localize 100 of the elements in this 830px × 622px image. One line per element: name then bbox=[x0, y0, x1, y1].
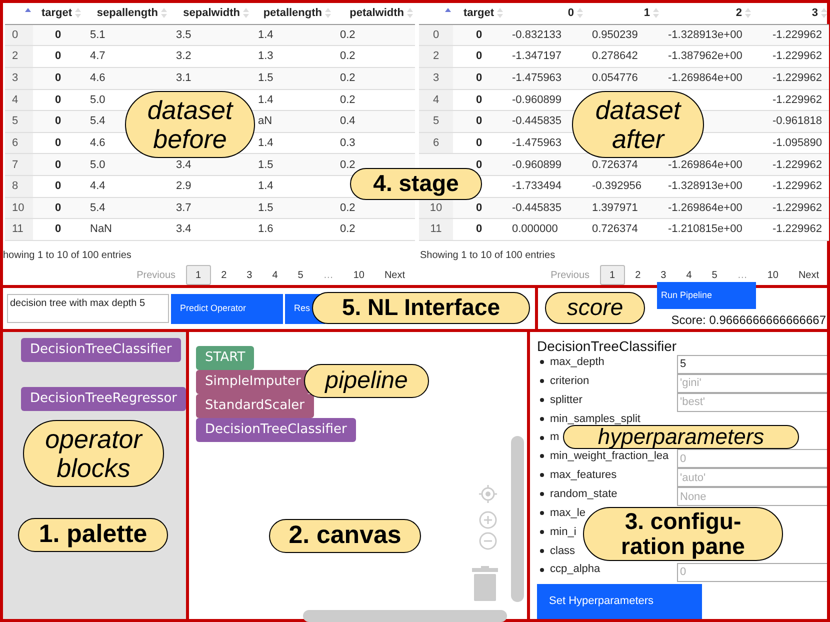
table-cell-text: 1.4 bbox=[258, 179, 274, 194]
table-cell-text: -0.445835 bbox=[512, 200, 562, 216]
column-header[interactable]: sepallength bbox=[96, 5, 158, 22]
table-cell-text: 0.278642 bbox=[592, 49, 638, 64]
table-cell-text: aN bbox=[258, 114, 272, 130]
table-cell-text: 0.2 bbox=[340, 92, 356, 108]
table-cell-text: -1.229962 bbox=[772, 179, 822, 194]
table-cell-text: 1.6 bbox=[258, 222, 274, 238]
operator-block[interactable]: DecisionTreeClassifier bbox=[21, 338, 181, 362]
row-index: 2 bbox=[5, 46, 33, 67]
table-cell-text: 0 bbox=[54, 158, 62, 173]
column-header[interactable]: 2 bbox=[736, 5, 742, 22]
operator-block[interactable]: DecisionTreeRegressor bbox=[21, 387, 186, 411]
zoom-out-icon[interactable] bbox=[479, 532, 498, 550]
row-index: 4 bbox=[5, 90, 33, 110]
row-index: 11 bbox=[5, 219, 33, 240]
recenter-icon[interactable] bbox=[479, 485, 498, 503]
set-hyperparameters-button[interactable]: Set Hyperparameters bbox=[537, 584, 702, 619]
table-cell-text: 0.2 bbox=[340, 70, 356, 86]
row-index: 5 bbox=[419, 111, 453, 132]
table-cell-text: 0 bbox=[54, 92, 62, 108]
table-cell-text: -0.832133 bbox=[512, 28, 562, 43]
pipeline-block[interactable]: SimpleImputer bbox=[196, 370, 310, 394]
row-index: 0 bbox=[5, 24, 33, 46]
table-cell-text: 0.726374 bbox=[592, 158, 638, 173]
callout-label: 5. NL Interface bbox=[312, 292, 530, 324]
column-header[interactable]: sepalwidth bbox=[183, 5, 240, 22]
table-cell-text: 0 bbox=[476, 28, 482, 43]
score-text: Score: 0.9666666666666667 bbox=[671, 312, 826, 329]
page-button[interactable]: 1 bbox=[600, 265, 626, 286]
callout-label: dataset before bbox=[125, 91, 255, 158]
row-index: 6 bbox=[5, 132, 33, 154]
pipeline-block[interactable]: StandardScaler bbox=[196, 394, 314, 418]
param-label: min_weight_fraction_lea bbox=[550, 449, 669, 464]
trash-icon[interactable] bbox=[472, 566, 498, 601]
table-cell-text: -1.733494 bbox=[512, 179, 562, 194]
page-button[interactable]: 5 bbox=[288, 265, 314, 286]
table-cell-text: 1.5 bbox=[258, 70, 274, 86]
table-cell-text: 3.1 bbox=[176, 70, 192, 86]
row-index: 10 bbox=[5, 198, 33, 218]
table-info: howing 1 to 10 of 100 entries bbox=[3, 249, 132, 262]
column-header[interactable]: 3 bbox=[812, 5, 818, 22]
table-cell-text: -0.960899 bbox=[512, 158, 562, 173]
table-cell-text: -1.475963 bbox=[512, 70, 562, 86]
param-label: splitter bbox=[550, 392, 582, 408]
table-cell-text: -0.392956 bbox=[592, 179, 642, 194]
bullet-icon bbox=[540, 454, 544, 458]
pane-title: DecisionTreeClassifier bbox=[537, 337, 678, 355]
page-button[interactable]: 10 bbox=[343, 265, 374, 286]
table-cell-text: 1.4 bbox=[258, 136, 274, 151]
column-header[interactable]: petalwidth bbox=[350, 5, 404, 22]
page-button[interactable]: 1 bbox=[186, 265, 212, 286]
table-cell-text: 4.6 bbox=[90, 136, 106, 151]
table-cell-text: -0.960899 bbox=[512, 92, 562, 108]
table-cell-text: 0.2 bbox=[340, 200, 356, 216]
table-cell-text: 4.4 bbox=[90, 179, 106, 194]
table-cell-text: NaN bbox=[90, 222, 112, 238]
page-button[interactable]: Next bbox=[788, 265, 829, 286]
table-cell-text: 0 bbox=[54, 200, 62, 216]
horizontal-scrollbar[interactable] bbox=[303, 610, 508, 622]
action-button[interactable]: Predict Operator bbox=[171, 294, 283, 324]
column-header[interactable]: 1 bbox=[644, 5, 650, 22]
table-cell-text: 0.4 bbox=[340, 114, 356, 130]
column-header[interactable]: target bbox=[41, 5, 72, 22]
page-button[interactable]: 2 bbox=[625, 265, 651, 286]
callout-label: hyperparameters bbox=[563, 425, 799, 449]
row-index: 2 bbox=[419, 46, 453, 67]
table-cell-text: 3.2 bbox=[176, 49, 192, 64]
table-cell-text: 0.000000 bbox=[512, 222, 558, 238]
run-pipeline-button[interactable]: Run Pipeline bbox=[657, 282, 756, 309]
bullet-icon bbox=[540, 548, 544, 553]
page-button[interactable]: 2 bbox=[211, 265, 237, 286]
page-button[interactable]: 4 bbox=[262, 265, 288, 286]
table-cell-text: 1.5 bbox=[258, 158, 274, 173]
table-cell-text: 0 bbox=[54, 179, 62, 194]
page-button[interactable]: Next bbox=[374, 265, 415, 286]
table-cell-text: 0 bbox=[54, 28, 62, 43]
callout-label: 1. palette bbox=[18, 518, 168, 552]
page-button[interactable]: 10 bbox=[757, 265, 788, 286]
page-button[interactable]: 3 bbox=[236, 265, 262, 286]
column-header[interactable]: target bbox=[463, 5, 494, 22]
param-label: max_le bbox=[550, 506, 586, 522]
row-index: 7 bbox=[5, 154, 33, 176]
pipeline-block[interactable]: DecisionTreeClassifier bbox=[196, 418, 356, 442]
vertical-scrollbar[interactable] bbox=[511, 436, 524, 602]
param-label: min_i bbox=[550, 524, 576, 540]
table-cell-text: -1.229962 bbox=[772, 222, 822, 238]
table-cell-text: -1.387962e+00 bbox=[668, 49, 742, 64]
table-cell-text: 1.3 bbox=[258, 49, 274, 64]
bullet-icon bbox=[540, 492, 544, 496]
column-header[interactable]: petallength bbox=[263, 5, 322, 22]
table-cell-text: 3.5 bbox=[176, 28, 192, 43]
callout-label: score bbox=[545, 292, 645, 324]
table-info: Showing 1 to 10 of 100 entries bbox=[420, 249, 556, 262]
table-cell-text: 0 bbox=[476, 136, 482, 151]
callout-label: pipeline bbox=[304, 364, 429, 398]
param-field[interactable]: 5 bbox=[677, 355, 827, 374]
column-header[interactable]: 0 bbox=[568, 5, 574, 22]
zoom-in-icon[interactable] bbox=[479, 511, 498, 529]
query-field[interactable]: decision tree with max depth 5 bbox=[7, 294, 169, 323]
